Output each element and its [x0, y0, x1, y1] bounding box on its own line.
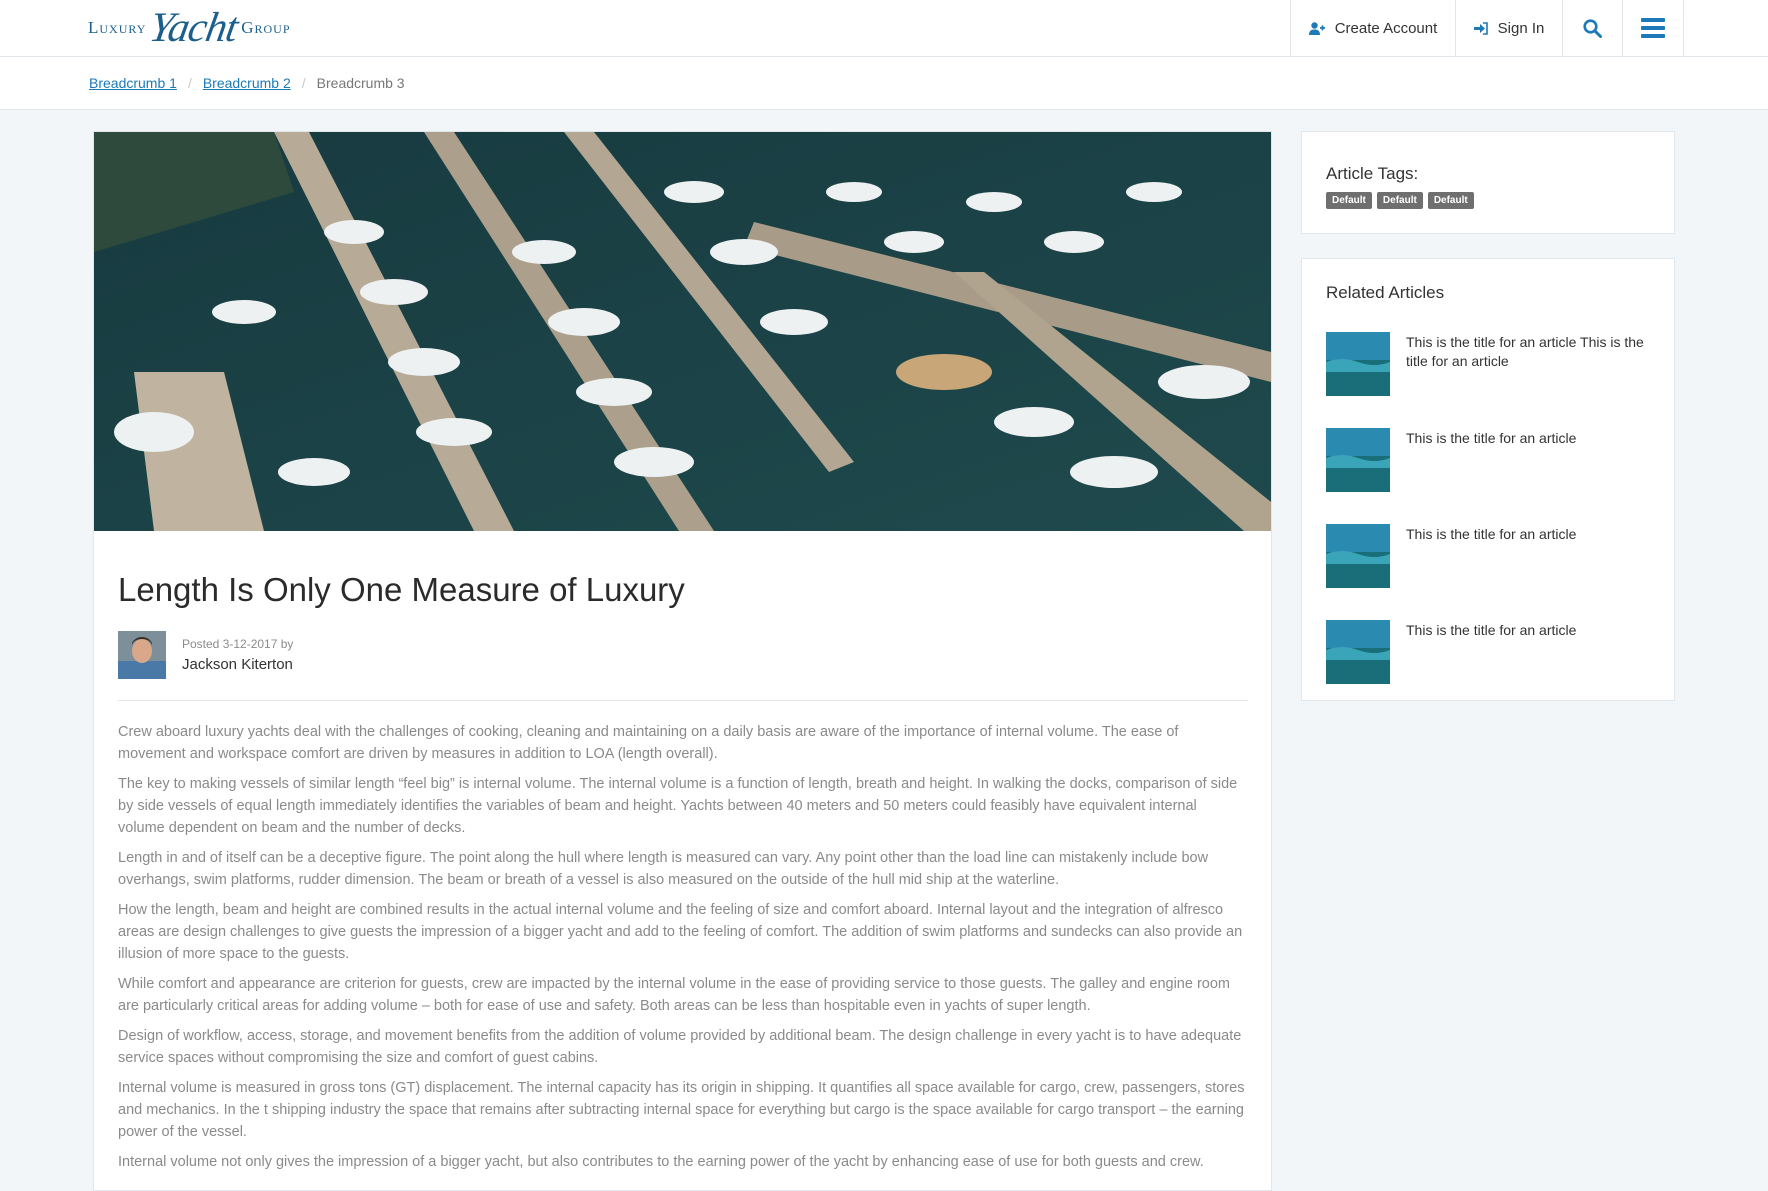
article-paragraph: How the length, beam and height are comb… [118, 902, 1243, 962]
article-paragraph: The key to making vessels of similar len… [118, 776, 1238, 836]
article-paragraph: While comfort and appearance are criteri… [118, 976, 1231, 1014]
create-account-label: Create Account [1334, 19, 1438, 37]
tag-badge[interactable]: Default [1326, 192, 1372, 209]
related-article-title: This is the title for an article [1406, 622, 1577, 638]
article-paragraph: Crew aboard luxury yachts deal with the … [118, 724, 1179, 762]
article-paragraph: Internal volume is measured in gross ton… [118, 1080, 1245, 1140]
article-body: Crew aboard luxury yachts deal with the … [118, 721, 1246, 1181]
user-plus-icon [1308, 21, 1325, 35]
related-article-thumbnail [1326, 620, 1390, 684]
menu-button[interactable] [1622, 0, 1684, 56]
sign-in-icon [1473, 21, 1488, 35]
article-title: Length Is Only One Measure of Luxury [118, 571, 685, 608]
related-article-item[interactable]: This is the title for an article This is… [1326, 332, 1656, 396]
article-paragraph: Internal volume not only gives the impre… [118, 1154, 1204, 1170]
site-header: Luxury Yacht Group Create Account Sign I… [0, 0, 1768, 57]
author-avatar [118, 631, 166, 679]
article-paragraph: Design of workflow, access, storage, and… [118, 1028, 1242, 1066]
related-article-thumbnail [1326, 332, 1390, 396]
related-article-title: This is the title for an article This is… [1406, 334, 1644, 369]
author-name[interactable]: Jackson Kiterton [182, 656, 293, 673]
article-tags-panel: Article Tags: Default Default Default [1301, 131, 1675, 234]
related-article-thumbnail [1326, 524, 1390, 588]
create-account-button[interactable]: Create Account [1290, 0, 1455, 56]
tag-badge[interactable]: Default [1376, 192, 1423, 209]
related-article-item[interactable]: This is the title for an article [1326, 620, 1656, 684]
related-article-item[interactable]: This is the title for an article [1326, 524, 1656, 588]
breadcrumb-link-1[interactable]: Breadcrumb 1 [89, 75, 177, 91]
header-nav: Create Account Sign In [1290, 0, 1768, 56]
breadcrumb-separator: / [187, 75, 192, 91]
search-icon [1583, 18, 1602, 38]
search-button[interactable] [1562, 0, 1622, 56]
site-logo[interactable]: Luxury Yacht Group [88, 5, 291, 51]
breadcrumb-current: Breadcrumb 3 [316, 75, 405, 91]
article-paragraph: Length in and of itself can be a decepti… [118, 850, 1209, 888]
hamburger-menu-icon [1641, 18, 1665, 38]
sign-in-button[interactable]: Sign In [1455, 0, 1562, 56]
sign-in-label: Sign In [1497, 19, 1545, 37]
related-article-title: This is the title for an article [1406, 526, 1577, 542]
article-card: Length Is Only One Measure of Luxury Pos… [93, 131, 1272, 1191]
related-articles-panel: Related Articles This is the title for a… [1301, 258, 1675, 701]
hero-image-marina [94, 132, 1271, 531]
tag-badge[interactable]: Default [1427, 192, 1474, 209]
post-date: Posted 3-12-2017 by [182, 637, 294, 651]
logo-text-left: Luxury [88, 18, 147, 37]
logo-text-right: Group [241, 18, 291, 37]
related-article-thumbnail [1326, 428, 1390, 492]
related-article-title: This is the title for an article [1406, 430, 1577, 446]
related-article-item[interactable]: This is the title for an article [1326, 428, 1656, 492]
article-tags-heading: Article Tags: [1326, 164, 1419, 183]
related-articles-heading: Related Articles [1326, 283, 1445, 302]
breadcrumb-link-2[interactable]: Breadcrumb 2 [203, 75, 291, 91]
breadcrumb-separator: / [301, 75, 306, 91]
article-byline: Posted 3-12-2017 by Jackson Kiterton [118, 631, 1248, 701]
logo-text-script: Yacht [146, 5, 242, 51]
tag-list: Default Default Default [1326, 192, 1474, 209]
breadcrumb: Breadcrumb 1 / Breadcrumb 2 / Breadcrumb… [0, 57, 1768, 110]
